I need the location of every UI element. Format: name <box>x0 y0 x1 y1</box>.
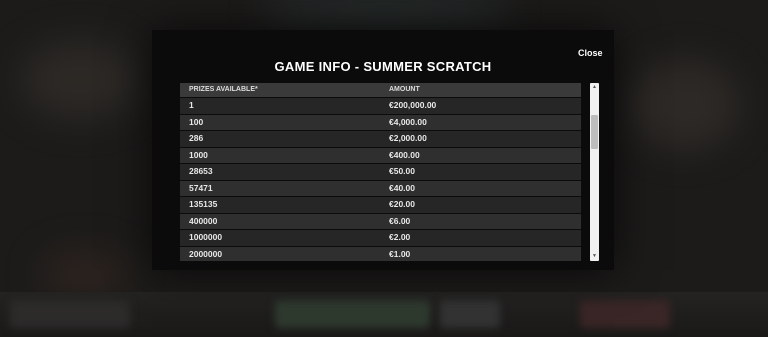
table-row: 2000000 €1.00 <box>180 246 581 261</box>
amount-cell: €2.00 <box>389 232 411 242</box>
prizes-cell: 2000000 <box>189 248 223 259</box>
prizes-cell: 1 <box>189 100 194 110</box>
prizes-cell: 286 <box>189 133 204 143</box>
table-row: 1 €200,000.00 <box>180 98 581 115</box>
amount-cell: €20.00 <box>389 199 415 209</box>
prizes-cell: 57471 <box>189 182 213 193</box>
modal-title: GAME INFO - SUMMER SCRATCH <box>274 59 492 74</box>
column-header-prizes: PRIZES AVAILABLE* <box>189 86 258 93</box>
background-blob <box>20 40 140 120</box>
amount-cell: €4,000.00 <box>389 116 427 127</box>
game-info-modal: GAME INFO - SUMMER SCRATCH Close PRIZES … <box>152 30 614 270</box>
prizes-cell: 1000 <box>189 149 208 160</box>
table-row: 135135 €20.00 <box>180 197 581 214</box>
prize-table: PRIZES AVAILABLE* AMOUNT 1 €200,000.00 1… <box>180 83 581 261</box>
amount-cell: €40.00 <box>389 182 415 193</box>
table-header-row: PRIZES AVAILABLE* AMOUNT <box>180 83 581 98</box>
prizes-cell: 400000 <box>189 215 218 226</box>
background-strip <box>440 300 500 328</box>
prizes-cell: 100 <box>189 116 204 127</box>
table-row: 1000 €400.00 <box>180 147 581 164</box>
background-strip <box>10 300 130 328</box>
table-row: 286 €2,000.00 <box>180 131 581 148</box>
amount-cell: €50.00 <box>389 166 415 176</box>
close-button[interactable]: Close <box>578 48 603 58</box>
column-header-amount: AMOUNT <box>389 86 420 93</box>
prizes-cell: 28653 <box>189 166 213 176</box>
amount-cell: €400.00 <box>389 149 420 160</box>
amount-cell: €2,000.00 <box>389 133 427 143</box>
background-strip <box>580 300 670 328</box>
prizes-cell: 1000000 <box>189 232 223 242</box>
triangle-up-icon[interactable]: ▲ <box>590 83 599 92</box>
table-scrollbar[interactable]: ▲ ▼ <box>590 83 599 261</box>
background-blob <box>630 60 740 150</box>
table-row: 400000 €6.00 <box>180 213 581 230</box>
amount-cell: €200,000.00 <box>389 100 437 110</box>
table-row: 100 €4,000.00 <box>180 114 581 131</box>
background-strip <box>275 300 430 328</box>
scrollbar-thumb[interactable] <box>591 115 598 149</box>
table-row: 28653 €50.00 <box>180 164 581 181</box>
prizes-cell: 135135 <box>189 199 218 209</box>
table-row: 1000000 €2.00 <box>180 230 581 247</box>
amount-cell: €1.00 <box>389 248 411 259</box>
amount-cell: €6.00 <box>389 215 411 226</box>
background-blob <box>260 0 510 30</box>
table-row: 57471 €40.00 <box>180 180 581 197</box>
triangle-down-icon[interactable]: ▼ <box>590 252 599 261</box>
